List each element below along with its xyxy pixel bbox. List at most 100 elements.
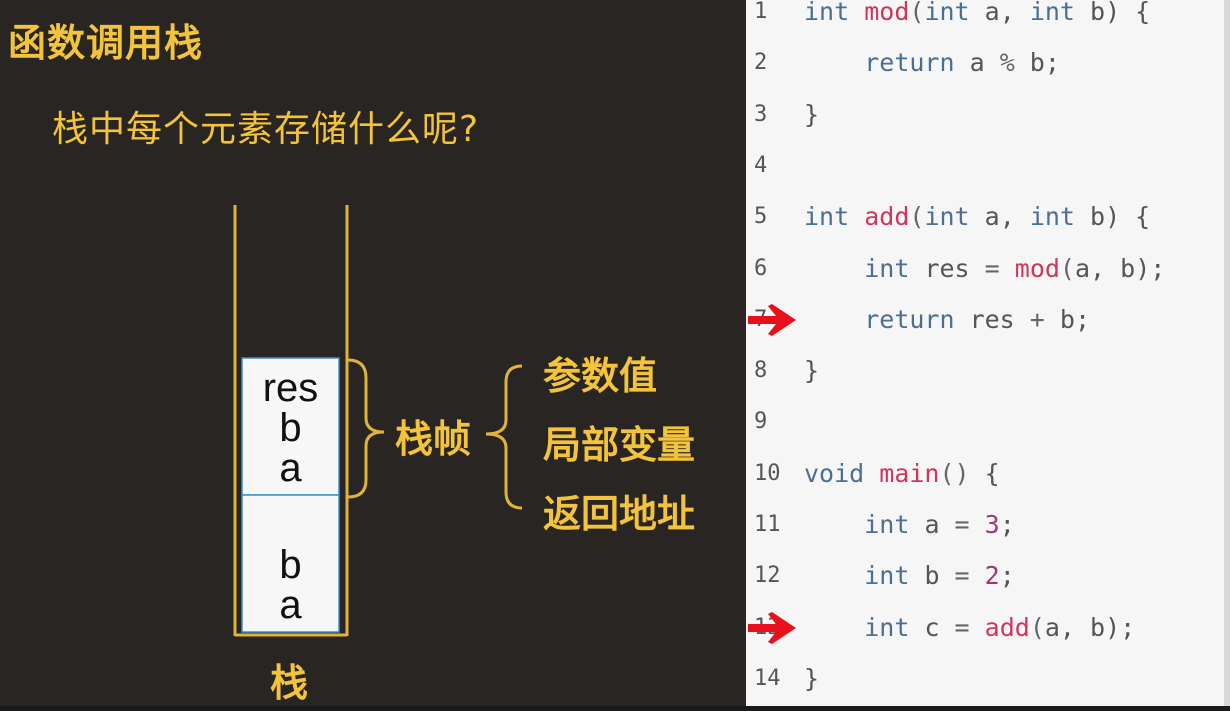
code-token: a	[924, 510, 955, 539]
code-line: 10 void main() {	[746, 454, 1230, 494]
code-token: b) {	[1090, 0, 1151, 26]
code-token: =	[984, 253, 1015, 283]
code-text: }	[804, 659, 819, 699]
code-text: int b = 2;	[804, 556, 1015, 596]
line-number: 8	[754, 358, 768, 384]
line-number: 3	[754, 101, 768, 127]
var-b: b	[279, 406, 302, 450]
code-line: 5 int add(int a, int b) {	[746, 197, 1230, 237]
code-token: b;	[1059, 304, 1091, 334]
line-number: 2	[754, 50, 768, 76]
code-text: }	[804, 351, 819, 391]
code-text: int a = 3;	[804, 505, 1015, 545]
code-token: }	[804, 356, 820, 386]
code-token: =	[954, 561, 985, 591]
code-token: ;	[999, 561, 1015, 591]
code-token: =	[954, 612, 985, 642]
code-text: return res + b;	[804, 300, 1090, 340]
red-arrow-icon	[748, 303, 796, 336]
code-token: a, b);	[1074, 253, 1166, 283]
code-token: return	[864, 304, 970, 334]
code-line: 13 int c = add(a, b);	[746, 608, 1230, 648]
code-text: int mod(int a, int b) {	[804, 0, 1150, 32]
frame-bracket	[347, 358, 385, 499]
code-token: int	[1029, 0, 1091, 26]
code-token: int	[864, 253, 925, 283]
code-line: 1 int mod(int a, int b) {	[746, 0, 1230, 32]
slide-area: 函数调用栈 栈中每个元素存储什么呢? res b a b a 栈帧 参数值 局部…	[0, 0, 746, 711]
code-line: 3}	[746, 95, 1230, 135]
code-token: int	[864, 561, 925, 591]
code-token: (	[1059, 253, 1075, 283]
code-token: ;	[999, 510, 1015, 539]
code-token: ()	[939, 458, 985, 488]
code-token: res	[969, 304, 1030, 334]
code-token: int	[804, 202, 865, 232]
line-number: 10	[754, 460, 781, 486]
code-line: 4	[746, 146, 1230, 186]
code-line: 6 int res = mod(a, b);	[746, 249, 1230, 289]
code-token: int	[924, 202, 985, 232]
frame-label: 栈帧	[395, 417, 472, 461]
code-token: a,	[984, 202, 1030, 232]
code-line: 9	[746, 402, 1230, 442]
code-token: }	[804, 663, 820, 693]
code-line: 2 return a % b;	[746, 43, 1230, 83]
var-a: a	[279, 446, 302, 490]
code-token: a, b);	[1044, 612, 1136, 642]
bottom-bar	[0, 706, 1230, 711]
line-number: 4	[754, 152, 768, 178]
code-token: res	[924, 253, 985, 283]
frame-content-locals: 局部变量	[543, 423, 696, 467]
var-b: b	[279, 543, 302, 587]
line-number: 5	[754, 204, 768, 230]
code-token: int	[1029, 202, 1091, 232]
line-number: 11	[754, 512, 781, 537]
code-token: %	[999, 48, 1030, 78]
code-token: a	[969, 48, 1000, 78]
red-arrow-icon	[748, 611, 796, 644]
code-token: mod	[1014, 253, 1060, 283]
code-token: (	[1029, 612, 1045, 642]
code-panel: 1 int mod(int a, int b) { 2 return a % b; 3…	[746, 0, 1230, 711]
stack-label: 栈	[270, 661, 309, 705]
code-token: int	[924, 0, 985, 26]
code-token: b	[924, 561, 955, 591]
line-number: 6	[754, 255, 768, 281]
code-text: }	[804, 95, 819, 135]
code-token: return	[864, 48, 970, 78]
code-line: 8}	[746, 351, 1230, 391]
code-token: {	[984, 458, 1000, 488]
line-number: 12	[754, 563, 781, 589]
code-token: mod	[864, 0, 910, 26]
line-number: 14	[754, 665, 781, 691]
frame-content-return: 返回地址	[543, 492, 696, 536]
code-token: b) {	[1090, 202, 1151, 232]
line-number: 9	[754, 409, 768, 435]
code-line: 12 int b = 2;	[746, 556, 1230, 596]
code-token: add	[984, 612, 1030, 642]
code-text: int c = add(a, b);	[804, 608, 1135, 648]
contents-bracket	[485, 364, 523, 510]
code-token: b;	[1029, 48, 1060, 78]
code-token: add	[864, 202, 910, 232]
code-token: a,	[984, 0, 1030, 26]
var-res: res	[262, 366, 319, 410]
code-token: int	[864, 612, 925, 642]
code-text: void main() {	[804, 454, 1000, 494]
code-token: main	[879, 458, 940, 488]
code-line: 7 return res + b;	[746, 300, 1230, 340]
bottom-frame-vars: b a	[242, 545, 339, 625]
code-line: 14}	[746, 659, 1230, 699]
code-token: int	[804, 0, 865, 26]
code-token: c	[924, 612, 955, 642]
code-token: }	[804, 99, 820, 129]
code-text: int add(int a, int b) {	[804, 197, 1150, 237]
code-token: int	[864, 510, 925, 539]
code-text: int res = mod(a, b);	[804, 249, 1165, 289]
code-token: 2	[984, 561, 1000, 591]
